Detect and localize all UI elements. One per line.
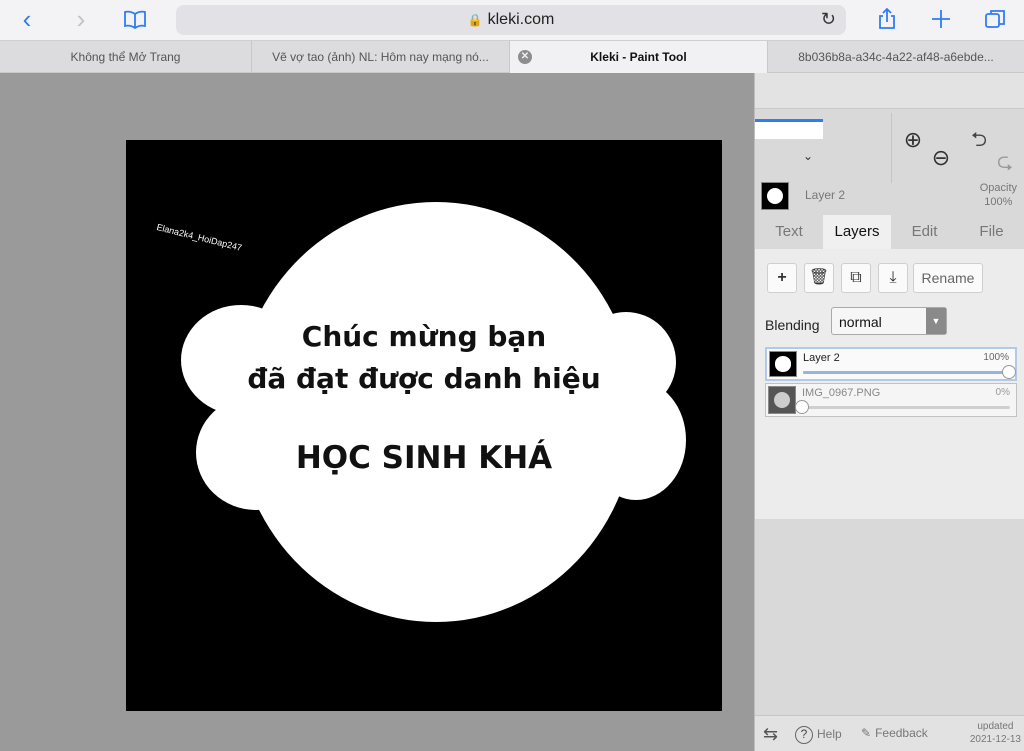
blending-select[interactable]: normal ▼ [831,307,947,335]
opacity-value: 100% [984,196,1013,208]
url-text: kleki.com [487,11,555,28]
swap-icon[interactable]: ⇆ [763,724,778,745]
blending-value: normal [839,314,882,330]
address-bar[interactable]: 🔒 kleki.com ↻ [176,5,846,35]
forward-icon[interactable]: › [64,4,98,36]
zoom-in-icon[interactable]: ⊕ [901,129,925,151]
opacity-readout: Opacity 100% [980,181,1017,209]
merge-layer-button[interactable]: ⤓ [878,263,908,293]
divider [891,113,892,183]
tab-edit[interactable]: Edit [891,215,958,249]
watermark-text: Elana2k4_HoiDap247 [155,222,243,253]
active-layer-name: Layer 2 [805,188,846,202]
chevron-down-icon[interactable]: ⌄ [803,149,813,163]
panel-header [755,73,1024,109]
tab-label: Kleki - Paint Tool [590,50,687,64]
dropdown-arrow-icon: ▼ [926,308,946,334]
undo-icon[interactable]: ⮌ [971,125,987,159]
layer-thumbnail [769,351,797,377]
panel-footer: ⇆ ? Help ✎ Feedback updated 2021-12-13 [755,715,1024,751]
tab-image-id[interactable]: 8b036b8a-a34c-4a22-af48-a6ebde... [768,41,1024,73]
tool-panel: ⌄ ⊕ ⊖ ⮌ ⮎ Layer 2 Opacity 100% Text Laye… [754,73,1024,751]
panel-tabs: Text Layers Edit File [755,215,1024,249]
redo-icon[interactable]: ⮎ [997,147,1013,181]
canvas-area[interactable]: Elana2k4_HoiDap247 Chúc mừng bạn đã đạt … [0,73,754,751]
zoom-out-icon[interactable]: ⊖ [929,147,953,169]
duplicate-layer-button[interactable]: ⧉ [841,263,871,293]
active-layer-info: Layer 2 Opacity 100% [755,177,1024,215]
drawing-canvas[interactable]: Elana2k4_HoiDap247 Chúc mừng bạn đã đạt … [126,140,722,711]
add-layer-button[interactable]: + [767,263,797,293]
plus-icon: + [777,269,787,286]
message-line-1: Chúc mừng bạn [301,320,547,353]
blending-label: Blending [765,317,820,333]
back-icon[interactable]: ‹ [10,4,44,36]
tab-file[interactable]: File [958,215,1024,249]
tab-ve-vo-tao[interactable]: Vẽ vợ tao (ảnh) NL: Hôm nay mạng nó... [252,41,510,73]
reload-icon[interactable]: ↻ [821,9,836,30]
message-line-2: đã đạt được danh hiệu [247,362,601,395]
updated-date: 2021-12-13 [969,734,1021,745]
layer-opacity: 0% [995,387,1010,398]
layer-name: Layer 2 [803,352,840,364]
layer-thumbnail [768,386,796,414]
tab-label: Vẽ vợ tao (ảnh) NL: Hôm nay mạng nó... [272,50,489,64]
close-tab-icon[interactable]: ✕ [518,50,532,64]
book-icon[interactable] [118,4,152,36]
merge-down-icon: ⤓ [889,269,897,286]
tab-label: Không thể Mở Trang [70,50,181,64]
feedback-label: Feedback [875,726,928,740]
browser-toolbar: ‹ › 🔒 kleki.com ↻ [0,0,1024,40]
updated-label: updated [977,721,1014,732]
layers-tools: + 🗑 ⧉ ⤓ Rename Blending normal ▼ Layer 2… [755,249,1024,519]
duplicate-icon: ⧉ [850,269,862,286]
slider-knob[interactable] [795,400,809,414]
message-title: HỌC SINH KHÁ [295,440,553,476]
lock-icon: 🔒 [467,13,483,27]
plus-icon[interactable] [924,4,958,36]
slider-fill [803,371,1009,374]
layer-name: IMG_0967.PNG [802,387,881,399]
active-layer-thumbnail [761,182,789,210]
delete-layer-button[interactable]: 🗑 [804,263,834,293]
feedback-button[interactable]: ✎ Feedback [861,726,928,740]
layer-opacity: 100% [983,352,1009,363]
help-label: Help [817,727,842,742]
help-icon: ? [795,726,813,744]
tab-label: 8b036b8a-a34c-4a22-af48-a6ebde... [798,50,994,64]
opacity-label: Opacity [979,182,1017,194]
layer-opacity-slider[interactable] [795,400,1010,414]
updated-info: updated 2021-12-13 [970,720,1021,746]
pencil-icon: ✎ [861,726,872,740]
layer-row[interactable]: Layer 2 100% [765,347,1017,381]
layer-row[interactable]: IMG_0967.PNG 0% [765,383,1017,417]
share-icon[interactable] [870,4,904,36]
help-button[interactable]: ? Help [795,726,842,744]
trash-icon: 🗑 [808,269,830,286]
rename-button[interactable]: Rename [913,263,983,293]
tab-strip: Không thể Mở Trang Vẽ vợ tao (ảnh) NL: H… [0,40,1024,73]
color-swatch[interactable] [755,119,823,139]
layer-opacity-slider[interactable] [803,365,1016,379]
tabs-icon[interactable] [978,4,1012,36]
slider-knob[interactable] [1002,365,1016,379]
tab-khong-the-mo-trang[interactable]: Không thể Mở Trang [0,41,252,73]
tab-layers[interactable]: Layers [823,215,891,249]
tab-text[interactable]: Text [755,215,823,249]
tab-kleki[interactable]: ✕ Kleki - Paint Tool [510,41,768,73]
